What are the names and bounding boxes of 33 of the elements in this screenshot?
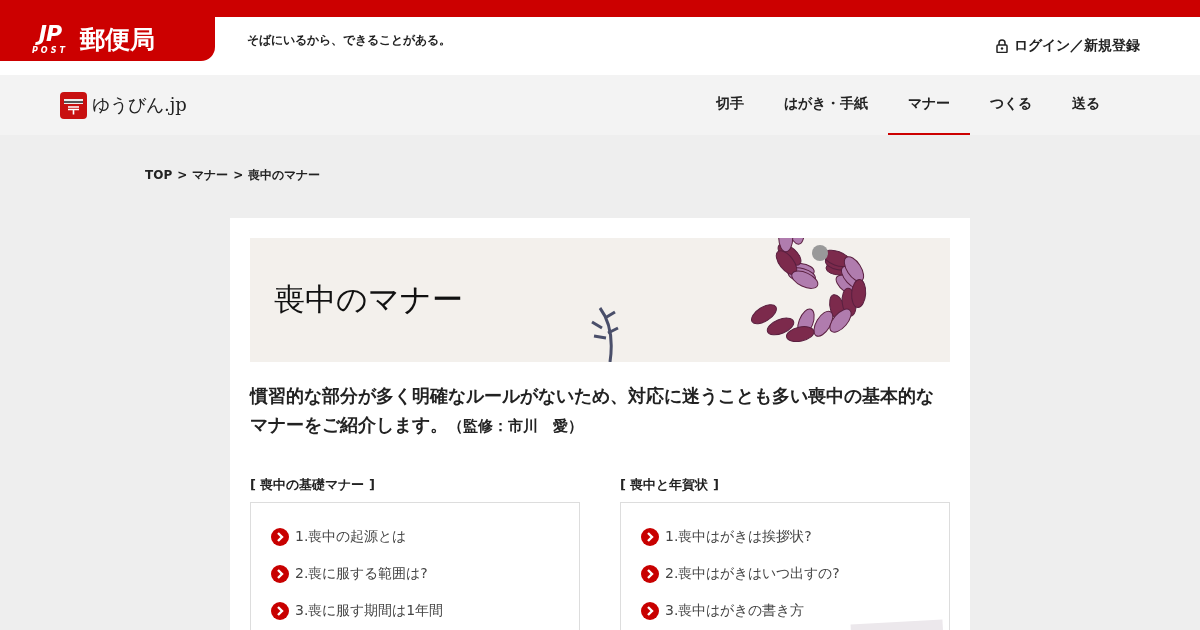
brand-name: 郵便局 [79, 23, 155, 56]
nav-tab[interactable]: 切手 [696, 75, 764, 135]
login-link[interactable]: ログイン／新規登録 [996, 37, 1140, 55]
breadcrumb-link[interactable]: マナー [192, 164, 229, 186]
section-heading: [ 喪中と年賀状 ] [620, 475, 720, 494]
chevron-icon [271, 602, 289, 621]
logo-subtext: POST [32, 47, 68, 55]
article-link[interactable]: 1.喪中の起源とは [271, 518, 407, 556]
breadcrumb-link[interactable]: 喪中のマナー [248, 164, 321, 186]
chevron-icon [641, 565, 659, 584]
breadcrumb-separator: > [177, 167, 188, 184]
section-heading: [ 喪中の基礎マナー ] [250, 475, 376, 494]
article-link[interactable]: 3.喪に服す期間は1年間 [271, 592, 444, 630]
lock-icon [996, 39, 1008, 53]
chevron-icon [641, 528, 659, 547]
nav-tab[interactable]: マナー [888, 75, 970, 135]
chevron-icon [271, 528, 289, 547]
site-name[interactable]: ゆうびん.jp [92, 93, 187, 117]
mailbox-icon [60, 91, 87, 119]
nav-tab[interactable]: はがき・手紙 [764, 75, 888, 135]
chevron-icon [641, 602, 659, 621]
article-link[interactable]: 2.喪中はがきはいつ出すの? [641, 555, 840, 593]
breadcrumb-link[interactable]: TOP [145, 164, 173, 186]
intro-text: 慣習的な部分が多く明確なルールがないため、対応に迷うことも多い喪中の基本的なマナーをご紹介します。（監修：市川 愛） [250, 384, 935, 437]
nav-tab[interactable]: 送る [1052, 75, 1120, 135]
breadcrumb-separator: > [233, 167, 244, 184]
nav-tab[interactable]: つくる [970, 75, 1052, 135]
page-title: 喪中のマナー [274, 280, 463, 319]
article-link[interactable]: 2.喪に服する範囲は? [271, 555, 428, 593]
chevron-icon [271, 565, 289, 584]
article-link[interactable]: 1.喪中はがきは挨拶状? [641, 518, 812, 556]
article-link[interactable]: 3.喪中はがきの書き方 [641, 592, 805, 630]
tagline: そばにいるから、できることがある。 [247, 32, 451, 49]
